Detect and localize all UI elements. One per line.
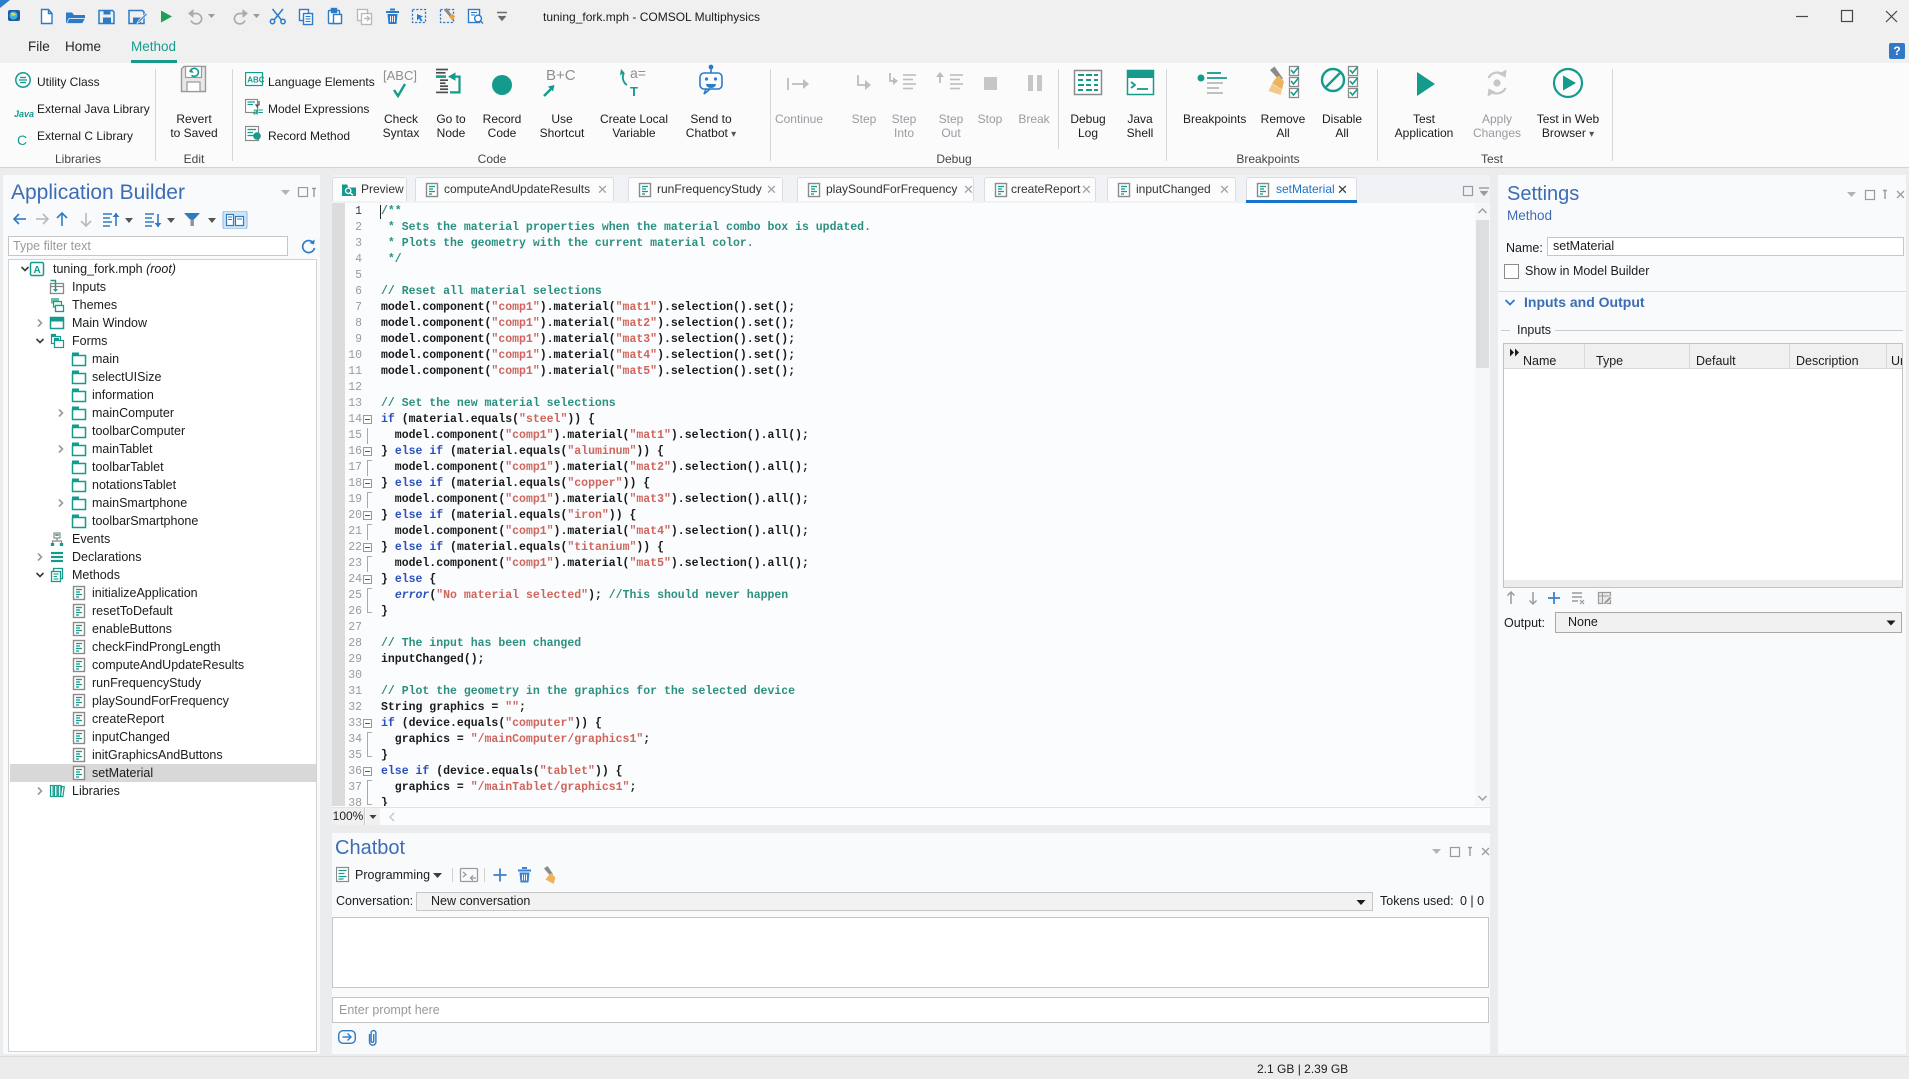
svg-text:Java: Java	[14, 109, 34, 119]
svg-text:[ABC]: [ABC]	[383, 68, 417, 83]
svg-text:ABC: ABC	[247, 76, 265, 85]
svg-text:T: T	[630, 84, 638, 99]
svg-text:B+C: B+C	[546, 67, 576, 84]
svg-text:C: C	[17, 132, 27, 147]
svg-text:a=: a=	[630, 65, 646, 81]
svg-text:a=: a=	[253, 107, 263, 117]
